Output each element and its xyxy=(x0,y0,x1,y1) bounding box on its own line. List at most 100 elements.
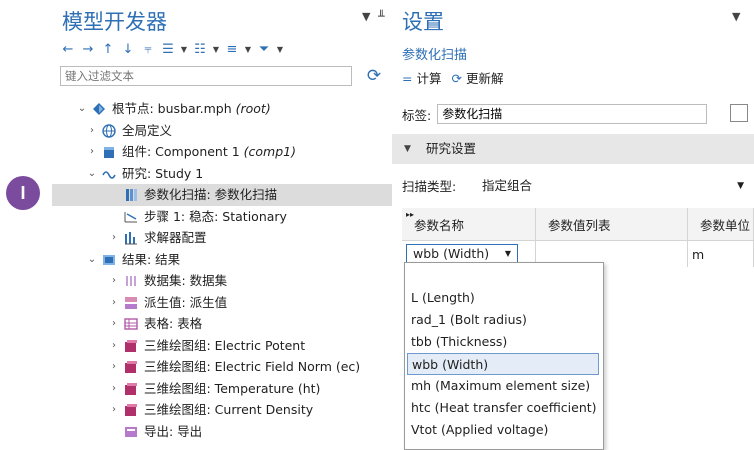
dropdown-option[interactable]: L (Length) xyxy=(411,287,475,309)
component-icon xyxy=(104,147,114,158)
section-collapse-icon[interactable]: ▼ xyxy=(404,134,411,164)
filter-input[interactable] xyxy=(60,66,352,86)
expand-arrow-icon[interactable]: › xyxy=(86,120,98,142)
tree-label-plot-3: 三维绘图组: Temperature (ht) xyxy=(144,380,321,396)
collapse-arrow-icon[interactable]: ⌄ xyxy=(86,249,98,271)
model-tree: ⌄ 根节点: busbar.mph (root) › 全局定义 › 组件: Co… xyxy=(52,98,392,442)
expand-arrow-icon[interactable]: › xyxy=(108,399,120,421)
tree-label-root: 根节点: busbar.mph xyxy=(112,101,236,116)
expand-icon[interactable]: ≡ xyxy=(224,41,240,57)
panel-menu-chevron-icon[interactable]: ▼ xyxy=(362,10,370,23)
tree-item-solver-configurations[interactable]: › 求解器配置 xyxy=(52,227,392,249)
3d-plot-group-icon xyxy=(125,404,137,416)
tree-item-parametric-sweep[interactable]: 参数化扫描: 参数化扫描 xyxy=(52,184,392,206)
refresh-icon[interactable]: ⟳ xyxy=(364,66,384,86)
funnel-icon[interactable]: ⏷ xyxy=(256,41,272,57)
table-icon xyxy=(124,318,138,330)
tree-item-plot-group-electric-field-norm[interactable]: › 三维绘图组: Electric Field Norm (ec) xyxy=(52,356,392,378)
3d-plot-group-icon xyxy=(125,339,137,352)
dropdown-option[interactable]: rad_1 (Bolt radius) xyxy=(411,309,527,331)
expand-arrow-icon[interactable]: › xyxy=(108,292,120,314)
arrow-right-icon[interactable]: → xyxy=(80,41,96,57)
tree-item-derived-values[interactable]: › 派生值: 派生值 xyxy=(52,292,392,314)
section-title: 研究设置 xyxy=(426,141,477,156)
collapse-arrow-icon[interactable]: ⌄ xyxy=(86,163,98,185)
model-builder-panel: 模型开发器 ▼ ╨ ← → ↑ ↓ ⫧ ☰ ▼ ☷ ▼ ≡ ▼ ⏷ ▼ ⟳ ⌄ … xyxy=(52,0,393,449)
expand-arrow-icon[interactable]: › xyxy=(108,378,120,400)
compute-button[interactable]: = 计算 xyxy=(402,68,441,87)
tree-label-component: 组件: Component 1 xyxy=(122,144,244,159)
tree-label-study: 研究: Study 1 xyxy=(122,165,204,181)
expand-arrow-icon[interactable]: › xyxy=(108,313,120,335)
arrow-down-icon[interactable]: ↓ xyxy=(120,41,136,57)
dropdown-option[interactable]: Vtot (Applied voltage) xyxy=(411,419,548,441)
column-header-label: 参数值列表 xyxy=(548,217,611,233)
export-icon xyxy=(125,426,137,437)
pin-icon[interactable]: ╨ xyxy=(378,10,385,23)
dropdown-option[interactable]: mh (Maximum element size) xyxy=(411,375,590,397)
sweep-type-select[interactable]: 指定组合 ▼ xyxy=(476,176,754,196)
tree-item-global-definitions[interactable]: › 全局定义 xyxy=(52,120,392,142)
tree-label-root-tag: (root) xyxy=(235,101,271,116)
expand-arrow-icon[interactable]: › xyxy=(86,141,98,163)
tree-label-solver: 求解器配置 xyxy=(144,230,207,245)
arrow-up-icon[interactable]: ↑ xyxy=(100,41,116,57)
datasets-icon xyxy=(126,276,136,286)
sort-icon[interactable]: ▸▸ xyxy=(406,210,414,219)
tag-options-icon[interactable] xyxy=(730,104,748,122)
expand-arrow-icon[interactable]: › xyxy=(108,356,120,378)
tree-item-study[interactable]: ⌄ 研究: Study 1 xyxy=(52,163,392,185)
tree-item-plot-group-current-density[interactable]: › 三维绘图组: Current Density xyxy=(52,399,392,421)
tree-item-results[interactable]: ⌄ 结果: 结果 xyxy=(52,249,392,271)
dropdown-option[interactable]: htc (Heat transfer coefficient) xyxy=(411,397,597,419)
model-builder-toolbar: ← → ↑ ↓ ⫧ ☰ ▼ ☷ ▼ ≡ ▼ ⏷ ▼ xyxy=(60,40,284,58)
column-header-unit[interactable]: 参数单位 xyxy=(687,208,754,241)
settings-title: 设置 xyxy=(402,10,444,34)
root-node-icon xyxy=(93,103,105,115)
3d-plot-group-icon xyxy=(125,382,137,395)
arrow-left-icon[interactable]: ← xyxy=(60,41,76,57)
tree-label-export: 导出: 导出 xyxy=(144,423,203,439)
tree-item-datasets[interactable]: › 数据集: 数据集 xyxy=(52,270,392,292)
expand-arrow-icon[interactable]: › xyxy=(108,270,120,292)
tree-item-plot-group-temperature[interactable]: › 三维绘图组: Temperature (ht) xyxy=(52,378,392,400)
funnel-dropdown-icon[interactable]: ▼ xyxy=(276,41,284,57)
table-cell-unit[interactable]: m xyxy=(687,240,754,267)
panel-menu-chevron-icon[interactable]: ▼ xyxy=(732,10,740,23)
expand-arrow-icon[interactable]: › xyxy=(108,335,120,357)
tag-input[interactable] xyxy=(437,104,708,124)
tree-icon[interactable]: ☷ xyxy=(192,41,208,57)
column-header-value-list[interactable]: 参数值列表 xyxy=(535,208,688,241)
settings-actions: = 计算 ⟳ 更新解 xyxy=(402,68,503,87)
expand-dropdown-icon[interactable]: ▼ xyxy=(244,41,252,57)
tree-label-step: 步骤 1: 稳态: Stationary xyxy=(144,208,287,224)
chevron-down-icon: ▼ xyxy=(504,249,511,258)
collapse-arrow-icon[interactable]: ⌄ xyxy=(76,98,88,120)
study-settings-section[interactable]: ▼ 研究设置 xyxy=(392,134,754,164)
chevron-down-icon: ▼ xyxy=(737,181,744,191)
dropdown-option[interactable]: tbb (Thickness) xyxy=(411,331,507,353)
list-dropdown-icon[interactable]: ▼ xyxy=(180,41,188,57)
update-solution-button[interactable]: ⟳ 更新解 xyxy=(451,68,503,87)
tree-item-plot-group-electric-potential[interactable]: › 三维绘图组: Electric Potent xyxy=(52,335,392,357)
tree-item-tables[interactable]: › 表格: 表格 xyxy=(52,313,392,335)
compute-icon: = xyxy=(402,71,413,86)
tree-item-export[interactable]: 导出: 导出 xyxy=(52,421,392,443)
tree-label-global: 全局定义 xyxy=(122,122,173,138)
list-icon[interactable]: ☰ xyxy=(160,41,176,57)
parameter-name-select[interactable]: wbb (Width) ▼ xyxy=(406,244,518,264)
expand-arrow-icon[interactable]: › xyxy=(108,227,120,249)
unit-value: m xyxy=(692,246,705,262)
dropdown-option-selected[interactable]: wbb (Width) xyxy=(407,353,599,375)
filter-icon[interactable]: ⫧ xyxy=(140,41,156,57)
tree-label-tables: 表格: 表格 xyxy=(144,316,203,331)
column-header-param-name[interactable]: ▸▸ 参数名称 xyxy=(402,208,536,241)
tree-label-parametric-sweep: 参数化扫描: 参数化扫描 xyxy=(144,187,278,202)
tree-dropdown-icon[interactable]: ▼ xyxy=(212,41,220,57)
tree-item-component[interactable]: › 组件: Component 1 (comp1) xyxy=(52,141,392,163)
tree-label-plot-4: 三维绘图组: Current Density xyxy=(144,402,314,417)
tree-item-root[interactable]: ⌄ 根节点: busbar.mph (root) xyxy=(52,98,392,120)
tree-item-step-stationary[interactable]: 步骤 1: 稳态: Stationary xyxy=(52,206,392,228)
tree-label-plot-1: 三维绘图组: Electric Potent xyxy=(144,337,306,353)
update-icon: ⟳ xyxy=(451,71,462,86)
